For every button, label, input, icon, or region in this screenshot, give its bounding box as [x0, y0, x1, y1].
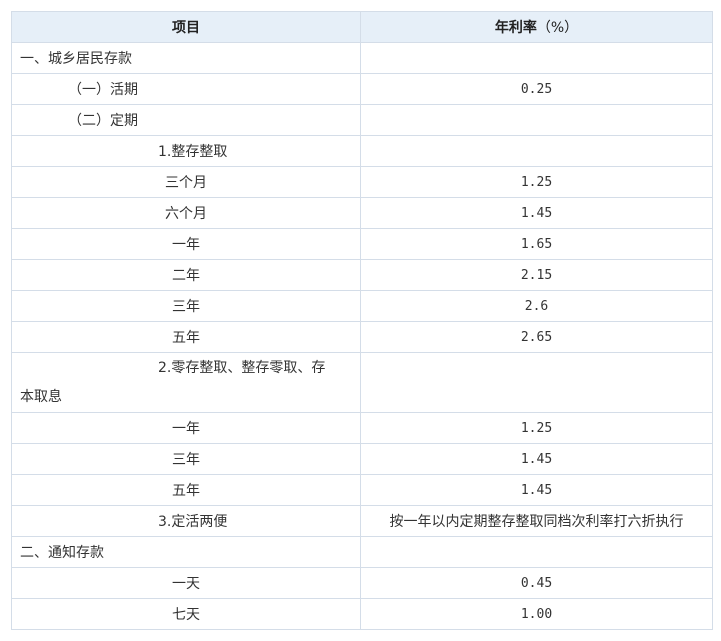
term-label: 七天 — [11, 598, 361, 630]
table-row: 3.定活两便 按一年以内定期整存整取同档次利率打六折执行 — [11, 505, 713, 537]
table-row: 一、城乡居民存款 — [11, 42, 713, 74]
term-label: 一年 — [11, 412, 361, 444]
empty-cell — [360, 104, 713, 136]
term-label: 一天 — [11, 567, 361, 599]
term-label: 五年 — [11, 321, 361, 353]
section-title-notice: 二、通知存款 — [11, 536, 361, 568]
rate-demand: 0.25 — [360, 73, 713, 105]
table-row: 七天 1.00 — [11, 598, 713, 630]
term-label: 三个月 — [11, 166, 361, 198]
term-label: 二年 — [11, 259, 361, 291]
rate-value: 2.65 — [360, 321, 713, 353]
term-label: 六个月 — [11, 197, 361, 229]
rate-value: 1.65 — [360, 228, 713, 260]
column-header-item: 项目 — [11, 11, 361, 43]
installment-line-1: 2.零存整取、整存零取、存 — [158, 359, 326, 376]
table-row: （二）定期 — [11, 104, 713, 136]
rate-value: 1.25 — [360, 166, 713, 198]
table-row: 三年 1.45 — [11, 443, 713, 475]
table-row: （一）活期 0.25 — [11, 73, 713, 105]
table-row: 1.整存整取 — [11, 135, 713, 167]
item-installment: 2.零存整取、整存零取、存本取息 — [11, 352, 361, 413]
rate-flexible-note: 按一年以内定期整存整取同档次利率打六折执行 — [360, 505, 713, 537]
item-flexible: 3.定活两便 — [11, 505, 361, 537]
rate-value: 1.45 — [360, 197, 713, 229]
rate-value: 1.25 — [360, 412, 713, 444]
term-label: 五年 — [11, 474, 361, 506]
column-header-rate: 年利率（%） — [360, 11, 713, 43]
table-row: 一天 0.45 — [11, 567, 713, 599]
deposit-rate-table: 项目 年利率（%） 一、城乡居民存款 （一）活期 0.25 （二）定期 1.整存… — [11, 11, 713, 630]
table-row: 一年 1.65 — [11, 228, 713, 260]
term-label: 一年 — [11, 228, 361, 260]
item-demand: （一）活期 — [11, 73, 361, 105]
empty-cell — [360, 352, 713, 413]
table-row: 五年 1.45 — [11, 474, 713, 506]
rate-value: 0.45 — [360, 567, 713, 599]
table-row: 六个月 1.45 — [11, 197, 713, 229]
table-row: 二年 2.15 — [11, 259, 713, 291]
rate-value: 1.45 — [360, 443, 713, 475]
rate-value: 1.00 — [360, 598, 713, 630]
table-row: 一年 1.25 — [11, 412, 713, 444]
table-header-row: 项目 年利率（%） — [11, 11, 713, 43]
section-title-urban-rural: 一、城乡居民存款 — [11, 42, 361, 74]
table-row: 五年 2.65 — [11, 321, 713, 353]
installment-line-2: 本取息 — [20, 388, 62, 405]
rate-value: 2.6 — [360, 290, 713, 322]
rate-value: 2.15 — [360, 259, 713, 291]
item-lump-sum: 1.整存整取 — [11, 135, 361, 167]
table-row: 2.零存整取、整存零取、存本取息 — [11, 352, 713, 413]
empty-cell — [360, 536, 713, 568]
empty-cell — [360, 42, 713, 74]
table-row: 二、通知存款 — [11, 536, 713, 568]
empty-cell — [360, 135, 713, 167]
table-row: 三个月 1.25 — [11, 166, 713, 198]
rate-unit: （%） — [536, 20, 579, 36]
rate-value: 1.45 — [360, 474, 713, 506]
table-row: 三年 2.6 — [11, 290, 713, 322]
item-time: （二）定期 — [11, 104, 361, 136]
term-label: 三年 — [11, 443, 361, 475]
term-label: 三年 — [11, 290, 361, 322]
